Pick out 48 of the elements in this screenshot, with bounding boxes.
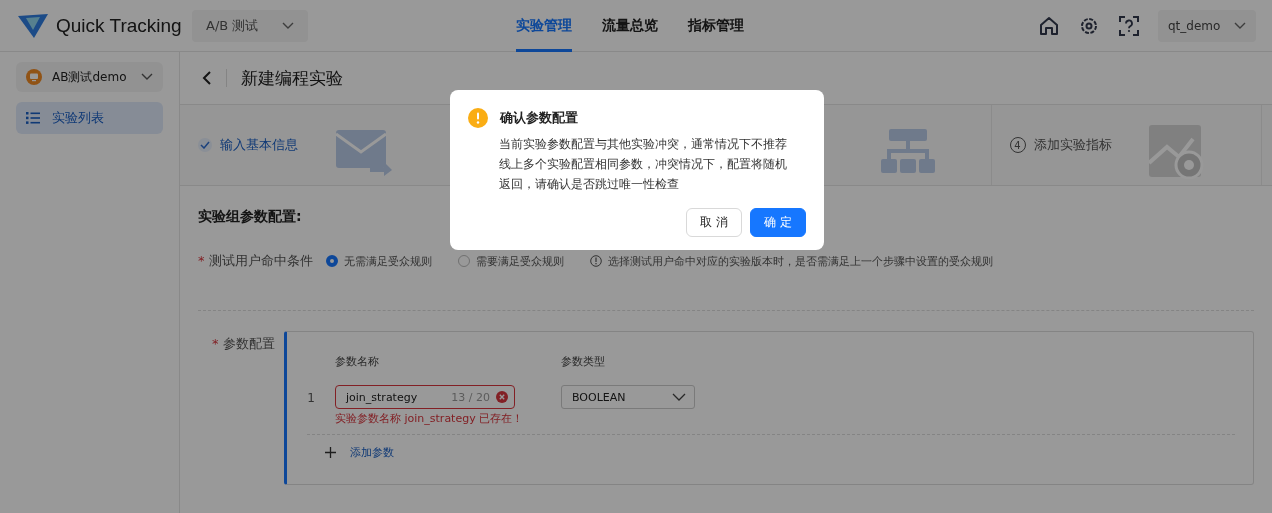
column-header: 参数类型 [561,354,606,369]
back-icon[interactable] [202,70,212,86]
section-title: 实验组参数配置: [198,208,302,226]
sidebar-item[interactable]: 实验列表 [16,102,163,134]
app-select[interactable]: AB测试demo [16,62,163,92]
nav-tab[interactable]: 流量总览 [602,0,658,52]
check-icon [198,138,212,152]
monitor-icon [26,69,42,85]
required-mark: * [212,336,219,351]
input-field[interactable]: join_strategy 13 / 20 [335,385,515,409]
step-label: 输入基本信息 [220,136,298,154]
info-icon [590,255,602,267]
character-counter: 13 / 20 [451,390,490,404]
required-mark: * [198,253,205,268]
chevron-down-icon [141,73,153,81]
help-icon[interactable] [1118,14,1140,37]
field-label: 测试用户命中条件 [208,253,313,268]
hierarchy-icon [880,129,935,175]
hint-text: 选择测试用户命中对应的实验版本时，是否需满足上一个步骤中设置的受众规则 [608,253,993,269]
confirm-button[interactable]: 确 定 [750,208,806,237]
step-label: 添加实验指标 [1033,136,1112,154]
plus-icon [325,447,336,458]
chevron-down-icon [282,21,294,30]
error-message: 实验参数名称 join_strategy 已存在！ [335,411,525,426]
radio-option[interactable]: 无需满足受众规则 [326,253,432,269]
column-header: 参数名称 [335,354,380,369]
field-label: 参数配置 [222,336,275,351]
cancel-button[interactable]: 取 消 [686,208,742,237]
nav-tab[interactable]: 指标管理 [688,0,744,52]
warning-icon [468,108,488,128]
brand-name: Quick Tracking [56,14,182,37]
home-icon[interactable] [1038,14,1060,37]
radio-option[interactable]: 需要满足受众规则 [458,253,564,269]
type-select[interactable]: BOOLEAN [561,385,695,409]
dialog-message: 当前实验参数配置与其他实验冲突，通常情况下不推荐线上多个实验配置相同参数，冲突情况下，配置将随机返回，请确认是否跳过唯一性检查 [499,136,788,193]
row-index: 1 [306,390,316,405]
logo-icon [16,11,50,40]
clear-icon[interactable] [496,391,508,403]
chevron-down-icon [1234,21,1246,30]
add-parameter-link[interactable]: 添加参数 [325,445,394,460]
envelope-icon [333,128,394,176]
dialog-title: 确认参数配置 [500,109,578,127]
user-menu[interactable]: qt_demo [1158,9,1256,42]
list-icon [26,112,40,124]
page-title: 新建编程实验 [241,66,343,90]
product-select[interactable]: A/B 测试 [192,9,308,42]
nav-tab[interactable]: 实验管理 [516,0,572,52]
chevron-down-icon [672,393,686,401]
